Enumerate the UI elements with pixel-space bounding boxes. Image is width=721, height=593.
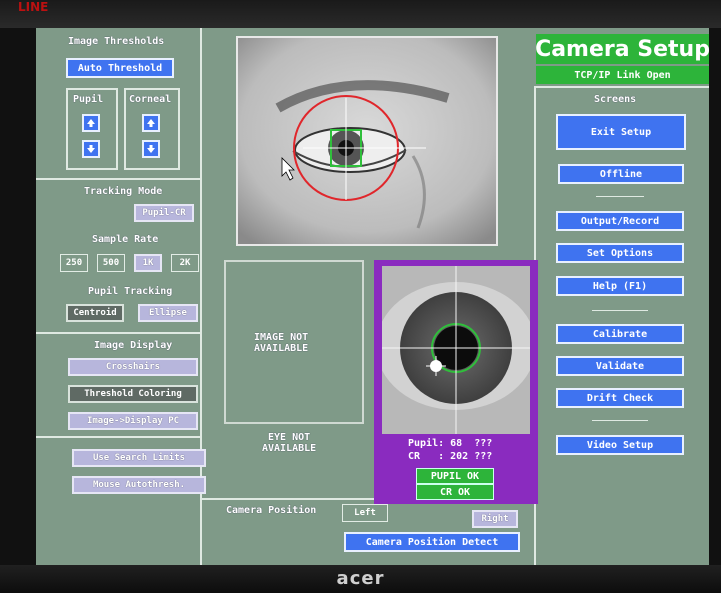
calibrate-button[interactable]: Calibrate	[556, 324, 684, 344]
corneal-threshold-up-button[interactable]	[142, 114, 160, 132]
pupil-tracking-heading: Pupil Tracking	[88, 286, 173, 297]
divider	[36, 178, 200, 180]
camera-right-button[interactable]: Right	[472, 510, 518, 528]
image-display-heading: Image Display	[94, 340, 173, 351]
tracking-mode-button[interactable]: Pupil-CR	[134, 204, 194, 222]
eye-closeup-image[interactable]	[382, 266, 530, 434]
arrow-up-icon	[87, 119, 95, 127]
arrow-down-icon	[147, 145, 155, 153]
screens-heading: Screens	[594, 94, 637, 105]
pupil-ok-indicator: PUPIL OK	[416, 468, 494, 484]
sample-rate-250-button[interactable]: 250	[60, 254, 88, 272]
image-not-available-text: IMAGE NOT AVAILABLE	[254, 332, 309, 354]
sample-rate-heading: Sample Rate	[92, 234, 159, 245]
page-title: Camera Setup	[535, 34, 709, 64]
thresholds-heading: Image Thresholds	[68, 36, 165, 47]
camera-setup-screen: Image Thresholds Auto Threshold Pupil Co…	[36, 28, 709, 568]
pupil-threshold-down-button[interactable]	[82, 140, 100, 158]
pupil-threshold-up-button[interactable]	[82, 114, 100, 132]
crosshairs-button[interactable]: Crosshairs	[68, 358, 198, 376]
menu-separator	[592, 310, 648, 311]
pupil-tracking-centroid-button[interactable]: Centroid	[66, 304, 124, 322]
pupil-threshold-label: Pupil	[73, 94, 104, 105]
exit-setup-button[interactable]: Exit Setup	[556, 114, 686, 150]
camera-image[interactable]	[236, 36, 498, 246]
menu-separator	[596, 196, 644, 197]
validate-button[interactable]: Validate	[556, 356, 684, 376]
corneal-threshold-down-button[interactable]	[142, 140, 160, 158]
monitor-brand: acer	[336, 568, 385, 589]
sample-rate-2k-button[interactable]: 2K	[171, 254, 199, 272]
cr-ok-indicator: CR OK	[416, 484, 494, 500]
divider	[36, 332, 200, 334]
monitor-bezel-top	[0, 0, 721, 28]
mouse-autothresh-button[interactable]: Mouse Autothresh.	[72, 476, 206, 494]
video-setup-button[interactable]: Video Setup	[556, 435, 684, 455]
link-status: TCP/IP Link Open	[536, 66, 709, 84]
cr-status-text: CR : 202 ???	[408, 451, 493, 462]
eye-closeup-svg	[382, 266, 530, 434]
corneal-threshold-label: Corneal	[129, 94, 172, 105]
arrow-up-icon	[147, 119, 155, 127]
offline-button[interactable]: Offline	[558, 164, 684, 184]
divider	[534, 86, 709, 88]
pupil-status-text: Pupil: 68 ???	[408, 438, 493, 449]
camera-left-button[interactable]: Left	[342, 504, 388, 522]
drift-check-button[interactable]: Drift Check	[556, 388, 684, 408]
pupil-tracking-ellipse-button[interactable]: Ellipse	[138, 304, 198, 322]
set-options-button[interactable]: Set Options	[556, 243, 684, 263]
menu-separator	[592, 420, 648, 421]
monitor-badge: LINE	[18, 0, 49, 14]
camera-position-detect-button[interactable]: Camera Position Detect	[344, 532, 520, 552]
tracking-mode-heading: Tracking Mode	[84, 186, 163, 197]
camera-eye-image	[238, 38, 496, 244]
sample-rate-500-button[interactable]: 500	[97, 254, 125, 272]
divider	[36, 436, 200, 438]
threshold-coloring-button[interactable]: Threshold Coloring	[68, 385, 198, 403]
camera-position-label: Camera Position	[226, 505, 317, 516]
use-search-limits-button[interactable]: Use Search Limits	[72, 449, 206, 467]
image-to-display-pc-button[interactable]: Image->Display PC	[68, 412, 198, 430]
help-button[interactable]: Help (F1)	[556, 276, 684, 296]
eye-not-available-text: EYE NOT AVAILABLE	[262, 432, 317, 454]
sample-rate-1k-button[interactable]: 1K	[134, 254, 162, 272]
output-record-button[interactable]: Output/Record	[556, 211, 684, 231]
auto-threshold-button[interactable]: Auto Threshold	[66, 58, 174, 78]
arrow-down-icon	[87, 145, 95, 153]
